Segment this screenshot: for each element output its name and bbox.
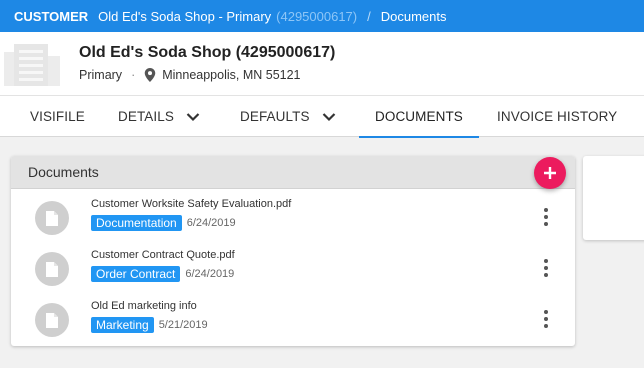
location-pin-icon	[144, 68, 156, 82]
tab-label: INVOICE HISTORY	[497, 109, 618, 124]
tab-label: VISIFILE	[30, 109, 85, 124]
document-name[interactable]: Customer Contract Quote.pdf	[91, 249, 235, 261]
breadcrumb-root[interactable]: CUSTOMER	[14, 9, 88, 24]
tab-documents[interactable]: DOCUMENTS	[359, 96, 479, 138]
file-icon	[35, 201, 69, 235]
file-icon	[35, 303, 69, 337]
customer-header: Old Ed's Soda Shop (4295000617) Primary …	[0, 32, 644, 95]
file-icon	[35, 252, 69, 286]
document-name[interactable]: Customer Worksite Safety Evaluation.pdf	[91, 198, 291, 210]
customer-location: Minneappolis, MN 55121	[162, 68, 301, 82]
tab-label: DETAILS	[118, 109, 174, 124]
breadcrumb-customer-id: (4295000617)	[276, 8, 358, 24]
breadcrumb-customer-name[interactable]: Old Ed's Soda Shop - Primary	[98, 9, 271, 24]
plus-icon	[544, 167, 556, 179]
documents-card-header: Documents	[11, 156, 575, 189]
document-row[interactable]: Customer Worksite Safety Evaluation.pdf …	[11, 198, 575, 248]
tab-label: DEFAULTS	[240, 109, 310, 124]
tab-details[interactable]: DETAILS	[118, 96, 200, 137]
subline-separator: ·	[131, 68, 136, 82]
document-meta: Order Contract 6/24/2019	[91, 266, 234, 282]
customer-subline: Primary · Minneappolis, MN 55121	[79, 68, 301, 82]
add-document-button[interactable]	[534, 157, 566, 189]
side-panel-card	[583, 156, 644, 240]
document-tag: Marketing	[91, 317, 154, 333]
document-tag: Order Contract	[91, 266, 181, 282]
document-meta: Documentation 6/24/2019	[91, 215, 236, 231]
document-date: 6/24/2019	[186, 217, 236, 229]
document-tag: Documentation	[91, 215, 182, 231]
tab-invoice-history[interactable]: INVOICE HISTORY	[497, 96, 617, 137]
documents-card: Documents Customer Worksite Safety Evalu…	[11, 156, 575, 346]
documents-card-title: Documents	[28, 164, 99, 180]
document-name[interactable]: Old Ed marketing info	[91, 300, 197, 312]
chevron-down-icon	[186, 112, 200, 121]
more-options-icon[interactable]	[540, 258, 552, 278]
breadcrumb-current: Documents	[380, 8, 447, 24]
building-icon	[4, 44, 60, 86]
tab-label: DOCUMENTS	[375, 109, 463, 124]
breadcrumb: CUSTOMER Old Ed's Soda Shop - Primary (4…	[0, 0, 644, 32]
more-options-icon[interactable]	[540, 207, 552, 227]
document-row[interactable]: Customer Contract Quote.pdf Order Contra…	[11, 249, 575, 299]
breadcrumb-separator: /	[367, 8, 371, 24]
document-row[interactable]: Old Ed marketing info Marketing 5/21/201…	[11, 300, 575, 350]
document-date: 6/24/2019	[185, 268, 235, 280]
chevron-down-icon	[322, 112, 335, 121]
customer-type: Primary	[79, 68, 123, 82]
more-options-icon[interactable]	[540, 309, 552, 329]
document-meta: Marketing 5/21/2019	[91, 317, 208, 333]
customer-title: Old Ed's Soda Shop (4295000617)	[79, 44, 336, 61]
document-date: 5/21/2019	[158, 319, 208, 331]
tab-bar: VISIFILE DETAILS DEFAULTS DOCUMENTS INVO…	[0, 95, 644, 138]
tab-defaults[interactable]: DEFAULTS	[240, 96, 336, 137]
tab-visifile[interactable]: VISIFILE	[30, 96, 85, 137]
